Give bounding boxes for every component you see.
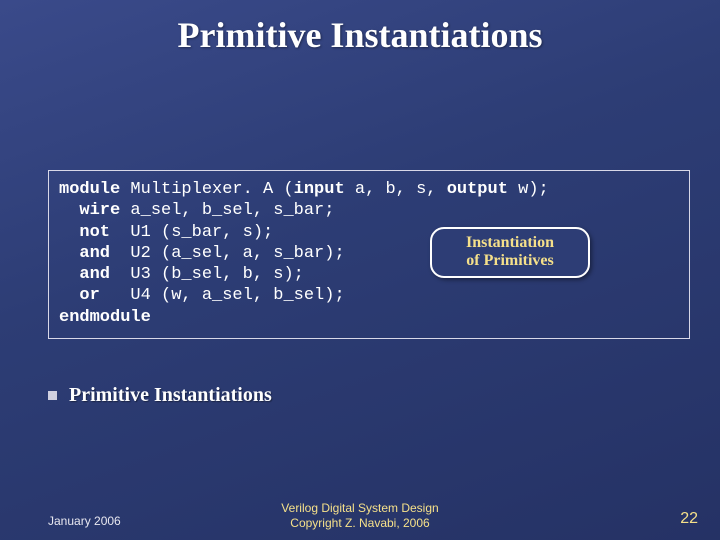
code-text: U2 (a_sel, a, s_bar);	[110, 244, 345, 263]
keyword-wire: wire	[79, 201, 120, 220]
keyword-endmodule: endmodule	[59, 308, 151, 327]
footer-center-line1: Verilog Digital System Design	[0, 501, 720, 515]
code-text: Multiplexer. A (	[120, 180, 293, 199]
slide-title: Primitive Instantiations	[0, 0, 720, 56]
callout-line2: of Primitives	[440, 252, 580, 270]
code-text: a, b, s,	[345, 180, 447, 199]
callout-box: Instantiation of Primitives	[430, 227, 590, 278]
bullet-text: Primitive Instantiations	[69, 384, 272, 406]
keyword-and: and	[79, 244, 110, 263]
keyword-module: module	[59, 180, 120, 199]
keyword-output: output	[447, 180, 508, 199]
code-text: U1 (s_bar, s);	[110, 223, 273, 242]
bullet-square-icon	[48, 391, 57, 400]
footer-center: Verilog Digital System Design Copyright …	[0, 501, 720, 530]
code-text: U4 (w, a_sel, b_sel);	[100, 286, 345, 305]
footer-page-number: 22	[680, 510, 698, 528]
keyword-or: or	[79, 286, 99, 305]
keyword-and: and	[79, 265, 110, 284]
code-text: U3 (b_sel, b, s);	[110, 265, 304, 284]
keyword-not: not	[79, 223, 110, 242]
code-block: module Multiplexer. A (input a, b, s, ou…	[48, 170, 690, 339]
keyword-input: input	[294, 180, 345, 199]
footer-center-line2: Copyright Z. Navabi, 2006	[0, 516, 720, 530]
code-text: a_sel, b_sel, s_bar;	[120, 201, 334, 220]
callout-line1: Instantiation	[440, 234, 580, 252]
code-text: w);	[508, 180, 549, 199]
bullet-item: Primitive Instantiations	[48, 384, 272, 407]
